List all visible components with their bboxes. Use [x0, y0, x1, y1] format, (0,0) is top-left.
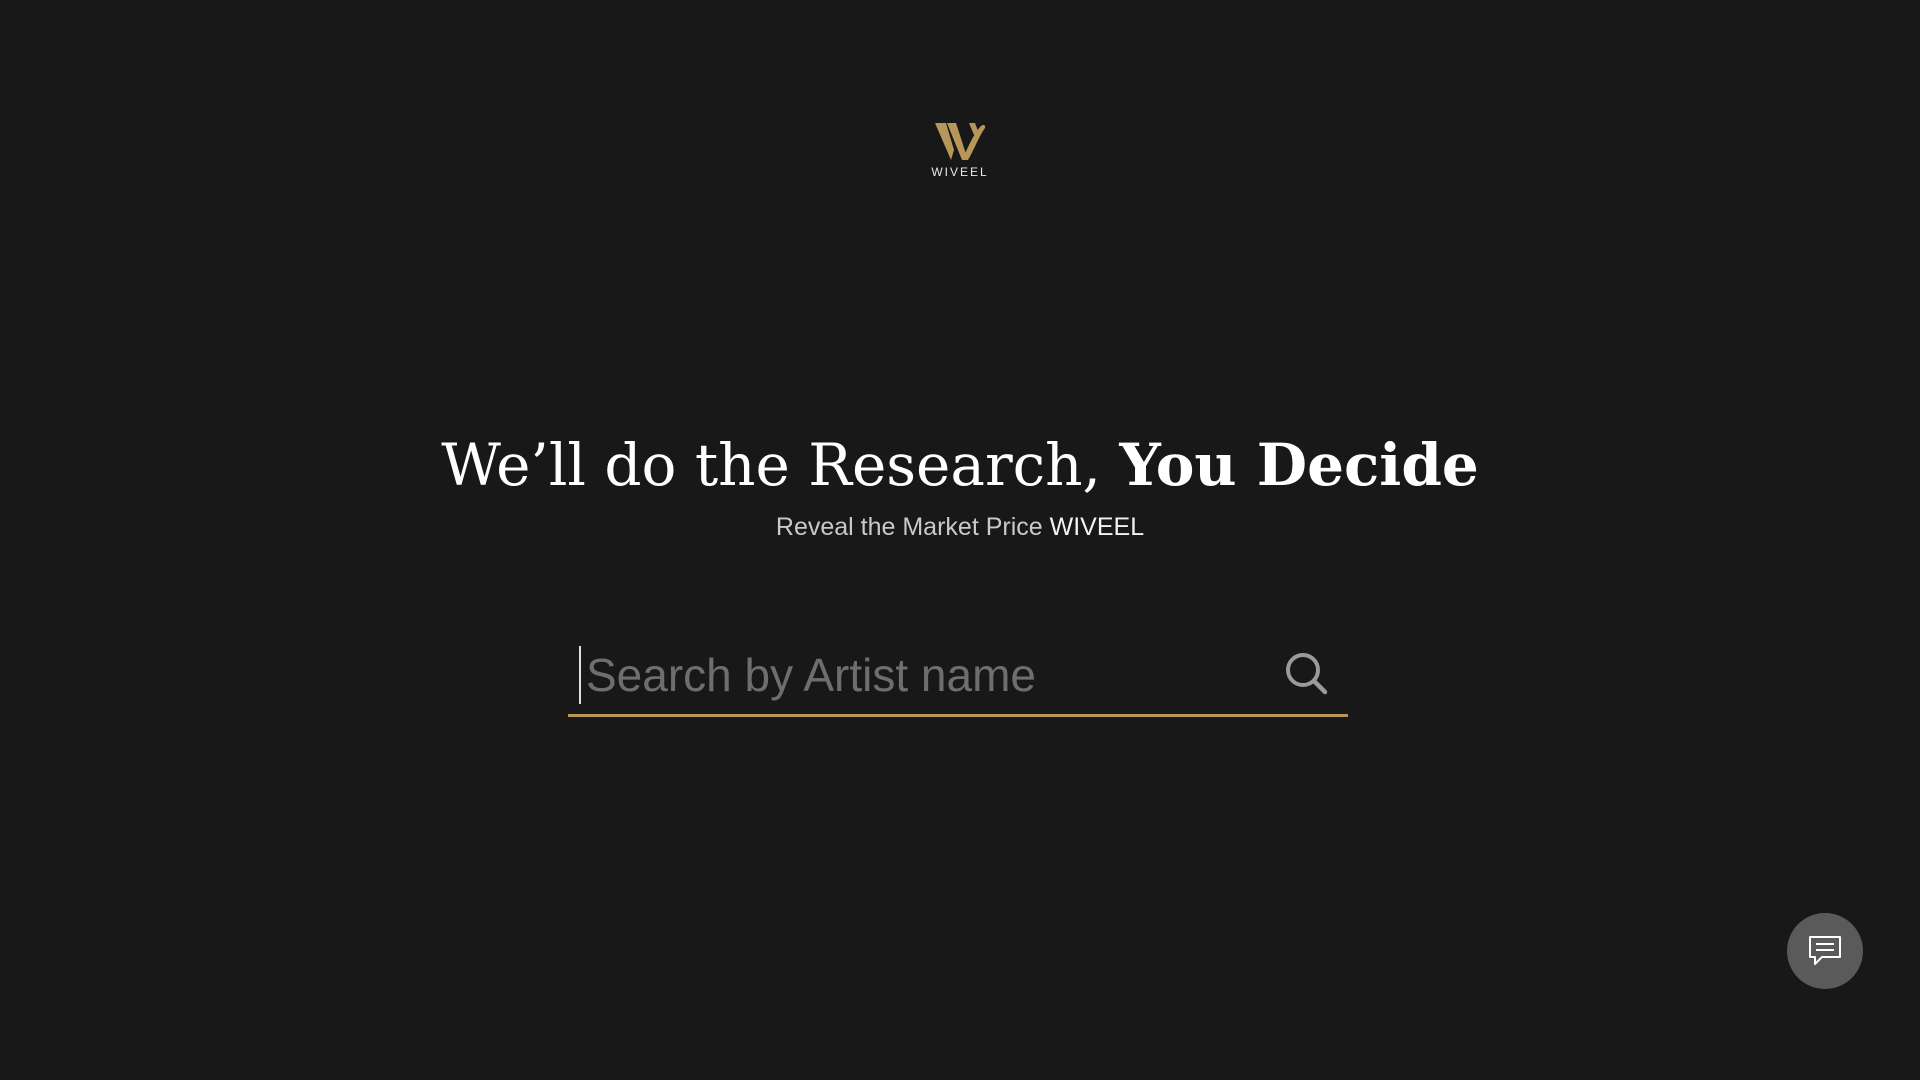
headline-regular: We’ll do the Research,: [441, 431, 1101, 499]
brand-logo[interactable]: WIVEEL: [930, 120, 990, 186]
logo-wordmark: WIVEEL: [931, 165, 989, 179]
page-subheadline: Reveal the Market Price WIVEEL: [0, 510, 1920, 544]
subline-brand: WIVEEL: [1049, 513, 1145, 541]
chat-bubble-icon: [1809, 936, 1841, 965]
subline-prefix: Reveal the Market Price: [775, 513, 1043, 541]
search-icon[interactable]: [1282, 649, 1330, 697]
headline-bold: You Decide: [1119, 431, 1479, 499]
hero-section: We’ll do the Research, You Decide Reveal…: [0, 420, 1920, 544]
text-caret: [579, 646, 581, 704]
page-headline: We’ll do the Research, You Decide: [0, 420, 1920, 510]
search-bar: [568, 640, 1348, 717]
wiveel-logo-icon: [935, 123, 986, 160]
search-input[interactable]: [586, 640, 1226, 710]
chat-button[interactable]: [1787, 913, 1863, 989]
